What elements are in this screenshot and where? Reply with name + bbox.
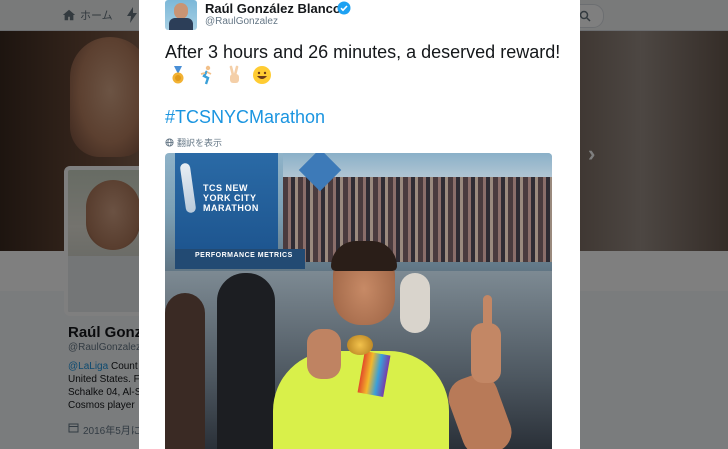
author-name[interactable]: Raúl González Blanco	[205, 1, 341, 16]
photo-banner-text: TCS NEW YORK CITY MARATHON	[203, 183, 259, 213]
photo-runner-finger	[483, 295, 492, 329]
medal-emoji-icon	[172, 66, 184, 84]
runner-emoji-icon	[200, 65, 212, 85]
author-avatar-face	[174, 3, 188, 19]
author-avatar-body	[169, 18, 193, 30]
author-avatar[interactable]	[165, 0, 197, 30]
tweet-photo[interactable]: TCS NEW YORK CITY MARATHON PERFORMANCE M…	[165, 153, 552, 449]
photo-metrics-text: PERFORMANCE METRICS	[195, 252, 293, 259]
grinning-face-emoji-icon	[253, 66, 272, 84]
photo-runner-hair	[331, 241, 397, 271]
photo-bystander	[217, 273, 275, 449]
tweet-text-body: After 3 hours and 26 minutes, a deserved…	[165, 42, 561, 62]
verified-badge-icon	[337, 1, 351, 15]
tweet-text: After 3 hours and 26 minutes, a deserved…	[165, 40, 565, 88]
photo-bystander	[400, 273, 430, 333]
tweet-permalink-card: Raúl González Blanco @RaulGonzalez After…	[139, 0, 580, 449]
photo-marathon-banner: TCS NEW YORK CITY MARATHON	[175, 153, 278, 249]
photo-bystander	[165, 293, 205, 449]
photo-runner-hand	[307, 329, 341, 379]
globe-icon	[165, 138, 174, 147]
photo-banner-runner-figure	[179, 162, 197, 214]
photo-runner-shirt	[273, 351, 449, 449]
translate-label: 翻訳を表示	[177, 138, 223, 148]
photo-medal	[347, 335, 373, 355]
victory-hand-emoji-icon	[229, 65, 240, 83]
translate-link[interactable]: 翻訳を表示	[165, 136, 222, 149]
author-handle[interactable]: @RaulGonzalez	[205, 16, 278, 27]
photo-runner-raised-hand	[471, 323, 501, 383]
hashtag-link[interactable]: #TCSNYCMarathon	[165, 107, 325, 128]
photo-crowd	[283, 177, 552, 262]
photo-metrics-sign: PERFORMANCE METRICS	[175, 249, 305, 269]
